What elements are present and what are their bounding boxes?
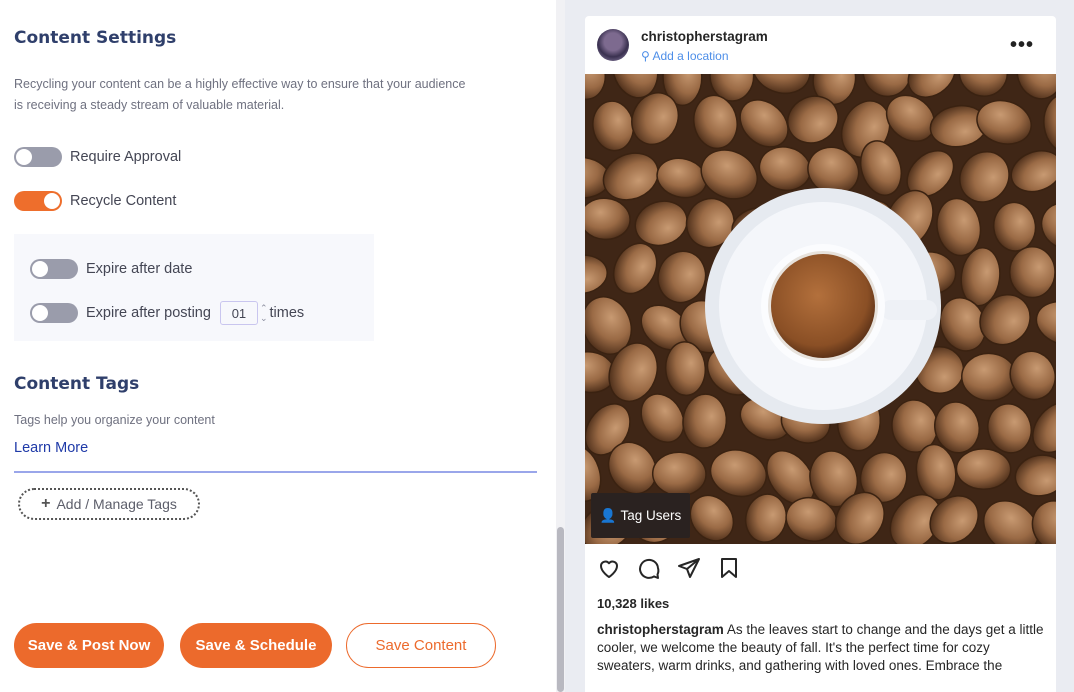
description-line-2: is receiving a steady stream of valuable… bbox=[14, 98, 285, 112]
content-settings-panel: Content Settings Recycling your content … bbox=[0, 0, 556, 692]
expire-after-posting-label: Expire after posting bbox=[86, 305, 211, 321]
likes-count: 10,328 likes bbox=[597, 596, 670, 611]
toggle-knob bbox=[44, 193, 60, 209]
caption-username: christopherstagram bbox=[597, 622, 724, 637]
add-manage-tags-label: Add / Manage Tags bbox=[56, 496, 177, 512]
recycle-content-row: Recycle Content bbox=[14, 191, 176, 211]
more-options-icon[interactable]: ••• bbox=[1010, 35, 1034, 55]
expire-after-date-row: Expire after date bbox=[30, 259, 192, 279]
expire-after-date-label: Expire after date bbox=[86, 261, 193, 277]
save-schedule-button[interactable]: Save & Schedule bbox=[180, 623, 332, 668]
stepper-down-icon[interactable]: ⌄ bbox=[260, 313, 268, 323]
expire-after-posting-row: Expire after posting 01 ⌃ ⌄ times bbox=[30, 301, 304, 325]
stepper-up-icon[interactable]: ⌃ bbox=[260, 303, 268, 313]
tags-divider bbox=[14, 471, 537, 473]
expire-after-posting-toggle[interactable] bbox=[30, 303, 78, 323]
share-icon[interactable] bbox=[677, 556, 701, 580]
times-label: times bbox=[269, 305, 305, 321]
bookmark-icon[interactable] bbox=[717, 556, 741, 580]
heart-icon[interactable] bbox=[597, 556, 621, 580]
learn-more-link[interactable]: Learn More bbox=[14, 440, 88, 456]
require-approval-label: Require Approval bbox=[70, 149, 182, 165]
require-approval-row: Require Approval bbox=[14, 147, 181, 167]
add-location-label: Add a location bbox=[652, 49, 729, 63]
save-post-now-button[interactable]: Save & Post Now bbox=[14, 623, 164, 668]
panel-scrollbar[interactable] bbox=[556, 0, 565, 692]
plus-icon: + bbox=[41, 495, 51, 512]
toggle-knob bbox=[32, 305, 48, 321]
count-stepper[interactable]: ⌃ ⌄ bbox=[260, 303, 268, 323]
description-line-1: Recycling your content can be a highly e… bbox=[14, 77, 466, 91]
toggle-knob bbox=[32, 261, 48, 277]
content-settings-title: Content Settings bbox=[14, 28, 177, 48]
content-tags-description: Tags help you organize your content bbox=[14, 413, 215, 427]
instagram-post-preview: christopherstagram ⚲ Add a location ••• bbox=[585, 16, 1056, 692]
add-manage-tags-button[interactable]: + Add / Manage Tags bbox=[18, 488, 200, 520]
post-caption: christopherstagram As the leaves start t… bbox=[597, 621, 1047, 675]
user-icon: 👤 bbox=[599, 507, 617, 523]
walnut-shape bbox=[1008, 246, 1056, 299]
walnuts-coffee-photo bbox=[585, 74, 1056, 544]
post-username: christopherstagram bbox=[641, 29, 768, 44]
recycle-content-toggle[interactable] bbox=[14, 191, 62, 211]
expire-after-date-toggle[interactable] bbox=[30, 259, 78, 279]
avatar bbox=[597, 29, 629, 61]
walnut-shape bbox=[955, 448, 1012, 491]
content-tags-title: Content Tags bbox=[14, 374, 140, 394]
expire-count-input[interactable]: 01 bbox=[219, 301, 258, 325]
post-actions bbox=[597, 556, 741, 580]
require-approval-toggle[interactable] bbox=[14, 147, 62, 167]
add-location-link[interactable]: ⚲ Add a location bbox=[641, 49, 729, 63]
content-settings-description: Recycling your content can be a highly e… bbox=[14, 74, 524, 116]
recycle-options-panel: Expire after date Expire after posting 0… bbox=[14, 234, 374, 341]
preview-pane: christopherstagram ⚲ Add a location ••• bbox=[565, 0, 1074, 692]
post-image: 👤 Tag Users bbox=[585, 74, 1056, 544]
save-content-button[interactable]: Save Content bbox=[346, 623, 496, 668]
toggle-knob bbox=[16, 149, 32, 165]
scrollbar-thumb[interactable] bbox=[557, 527, 564, 692]
recycle-content-label: Recycle Content bbox=[70, 193, 177, 209]
comment-icon[interactable] bbox=[637, 556, 661, 580]
location-pin-icon: ⚲ bbox=[641, 49, 650, 63]
tag-users-button[interactable]: 👤 Tag Users bbox=[591, 493, 690, 538]
tag-users-label: Tag Users bbox=[620, 508, 682, 523]
